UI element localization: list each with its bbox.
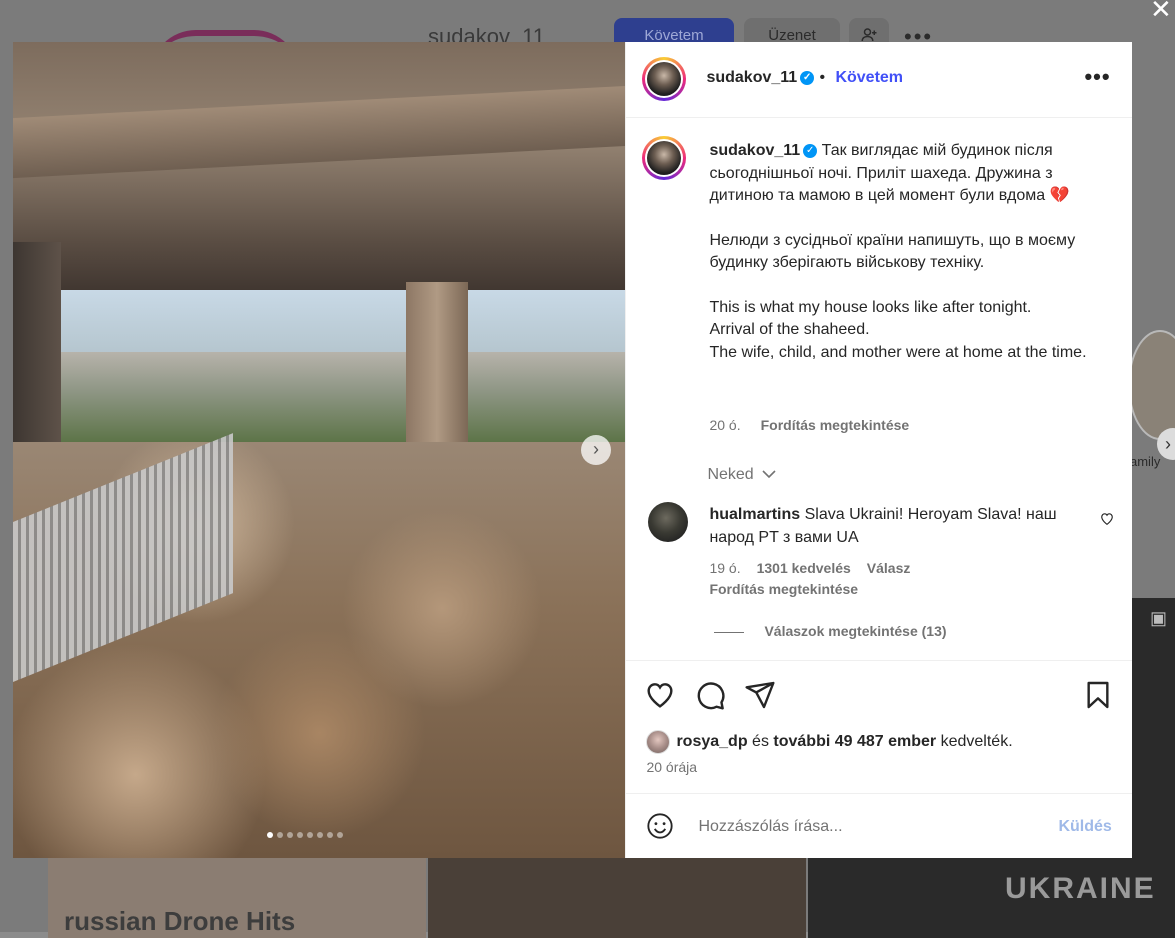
send-button[interactable]: Küldés — [1058, 818, 1111, 836]
carousel-dot[interactable] — [287, 832, 293, 838]
post-header: sudakov_11 ✓ • Követem ••• — [626, 42, 1133, 118]
caption: sudakov_11 ✓ Так виглядає мій будинок піс… — [709, 140, 1104, 386]
reel-icon: ▣ — [1150, 608, 1168, 628]
story-highlight-label: amily — [1130, 454, 1161, 469]
grid-post-tile[interactable] — [428, 858, 806, 938]
comments-scroll-area[interactable]: sudakov_11 ✓ Так виглядає мій будинок піс… — [626, 118, 1132, 660]
likes-others-link[interactable]: további 49 487 ember — [773, 733, 936, 750]
comment-sort-label: Neked — [707, 466, 754, 483]
media-next-chevron-icon[interactable]: › — [581, 435, 611, 465]
caption-meta: 20 ó. Fordítás megtekintése — [709, 417, 909, 433]
comment-composer: Küldés — [626, 793, 1133, 859]
caption-para-3: This is what my house looks like after t… — [709, 298, 1087, 361]
carousel-dot[interactable] — [277, 832, 283, 838]
comment: hualmartins Slava Ukraini! Heroyam Slava… — [709, 504, 1079, 549]
caption-time: 20 ó. — [709, 417, 741, 433]
media-city — [53, 352, 626, 442]
emoji-icon[interactable] — [646, 812, 674, 840]
bookmark-icon[interactable] — [1082, 679, 1114, 711]
post-modal: › sudakov_11 ✓ • Követem ••• sudakov_11 ✓ … — [13, 42, 1133, 859]
comment-time: 19 ó. — [709, 560, 741, 576]
avatar[interactable] — [642, 57, 687, 101]
post-panel: sudakov_11 ✓ • Követem ••• sudakov_11 ✓ Та… — [625, 42, 1133, 859]
comment-input[interactable] — [696, 812, 1051, 842]
comment-translate-link[interactable]: Fordítás megtekintése — [709, 581, 858, 597]
carousel-dot[interactable] — [317, 832, 323, 838]
comment-username[interactable]: hualmartins — [709, 506, 800, 523]
heart-icon[interactable] — [644, 679, 676, 711]
caption-avatar[interactable] — [642, 136, 687, 180]
carousel-dot[interactable] — [327, 832, 333, 838]
comment-sort-dropdown[interactable]: Neked — [707, 466, 776, 484]
comment-likes[interactable]: 1301 kedvelés — [757, 560, 851, 576]
comment-reply-button[interactable]: Válasz — [867, 560, 911, 576]
caption-translate-link[interactable]: Fordítás megtekintése — [761, 417, 910, 433]
caption-para-2: Нелюди з сусідньої країни напишуть, що в… — [709, 231, 1076, 272]
header-separator: • — [819, 69, 826, 86]
comment-like-heart-icon[interactable] — [1100, 512, 1114, 528]
liker-username[interactable]: rosya_dp — [676, 733, 747, 750]
caption-username[interactable]: sudakov_11 — [709, 142, 800, 159]
follow-button[interactable]: Követem — [835, 69, 903, 87]
grid-post-tile-text: russian Drone Hits — [64, 906, 296, 936]
post-actions: rosya_dp és további 49 487 ember kedvelt… — [626, 660, 1133, 795]
share-icon[interactable] — [744, 679, 776, 711]
comment-icon[interactable] — [694, 679, 726, 711]
post-media[interactable]: › — [13, 42, 626, 858]
grid-post-tile[interactable]: russian Drone Hits — [48, 858, 426, 938]
verified-icon: ✓ — [803, 143, 818, 158]
carousel-dot[interactable] — [337, 832, 343, 838]
verified-icon: ✓ — [800, 70, 815, 85]
post-timestamp[interactable]: 20 órája — [646, 759, 697, 775]
grid-post-shirt-text: UKRAINE — [1005, 872, 1156, 905]
story-highlight[interactable] — [1128, 330, 1175, 440]
comment-avatar[interactable] — [648, 502, 689, 542]
chevron-down-icon — [762, 470, 776, 479]
liker-avatar[interactable] — [646, 730, 671, 754]
carousel-dot[interactable] — [267, 832, 273, 838]
carousel-dot[interactable] — [307, 832, 313, 838]
close-icon[interactable]: ✕ — [1150, 0, 1172, 25]
carousel-dots — [267, 832, 343, 838]
more-icon[interactable]: ••• — [1084, 64, 1110, 90]
view-replies-link[interactable]: Válaszok megtekintése (13) — [714, 623, 946, 639]
comment-meta: 19 ó. 1301 kedvelés Válasz — [709, 560, 926, 576]
carousel-dot[interactable] — [297, 832, 303, 838]
likes-summary: rosya_dp és további 49 487 ember kedvelt… — [646, 730, 1013, 754]
header-username[interactable]: sudakov_11 — [706, 69, 797, 86]
header-username-link[interactable]: sudakov_11 ✓ — [706, 69, 815, 87]
